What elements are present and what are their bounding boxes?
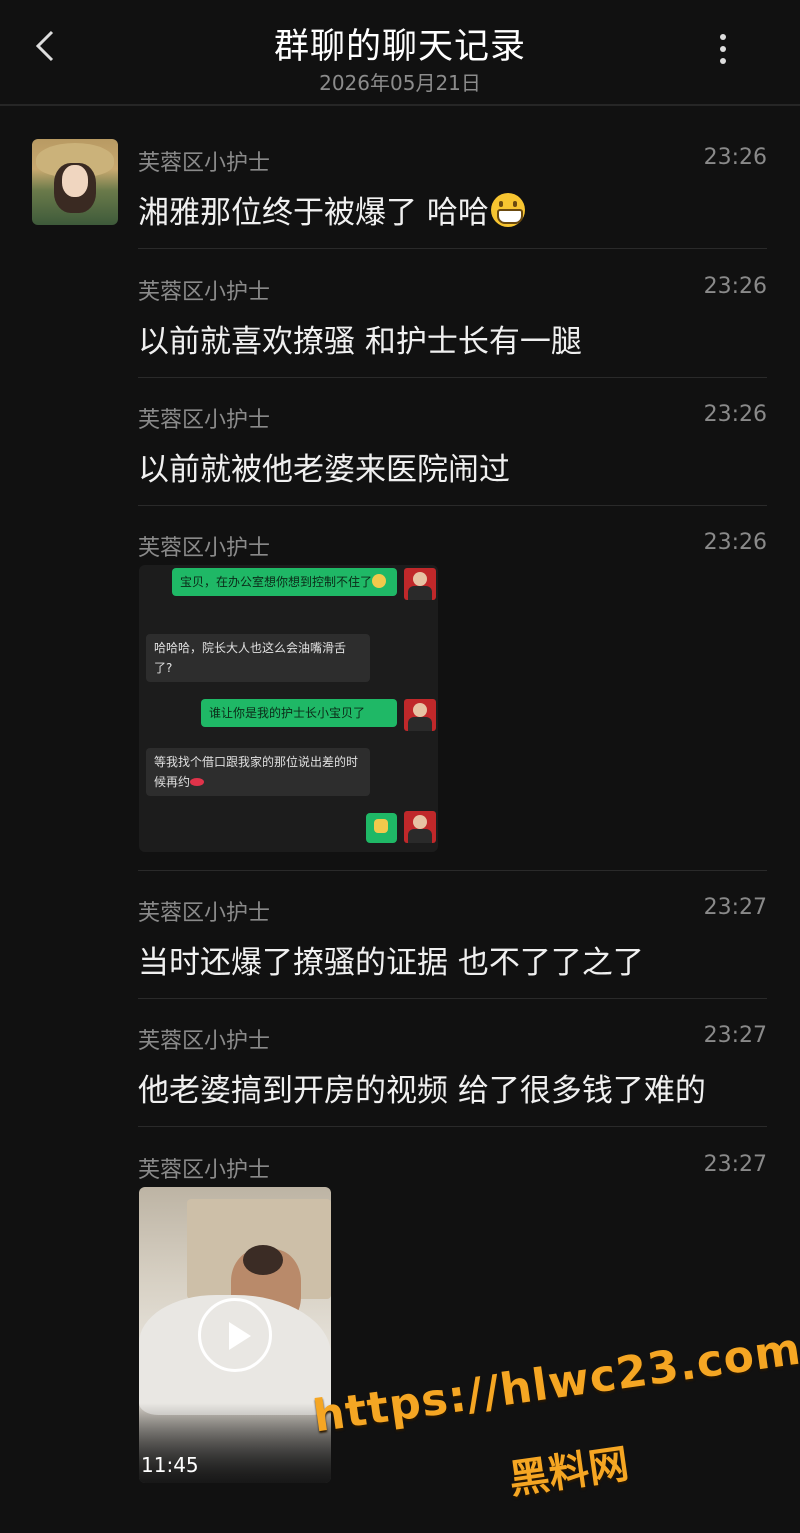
divider [138, 998, 767, 999]
divider [138, 377, 767, 378]
message-item: 芙蓉区小护士 23:26 以前就被他老婆来医院闹过 [138, 402, 767, 488]
message-text: 当时还爆了撩骚的证据 也不了了之了 [138, 945, 644, 981]
page-title: 群聊的聊天记录 [273, 27, 526, 67]
image-message[interactable]: 宝贝，在办公室想你想到控制不住了 哈哈哈，院长大人也这么会油嘴滑舌了? 谁让你是… [139, 565, 438, 852]
message-item: 芙蓉区小护士 23:27 当时还爆了撩骚的证据 也不了了之了 [138, 895, 767, 981]
message-text: 他老婆搞到开房的视频 给了很多钱了难的 [138, 1073, 706, 1109]
sender-name[interactable]: 芙蓉区小护士 [138, 1152, 270, 1184]
message-time: 23:26 [703, 402, 767, 427]
grinning-face-icon [490, 193, 525, 227]
message-item: 芙蓉区小护士 23:26 [138, 530, 767, 562]
message-text: 以前就喜欢撩骚 和护士长有一腿 [138, 324, 582, 360]
flushed-face-icon [372, 574, 387, 588]
sender-name[interactable]: 芙蓉区小护士 [138, 274, 270, 306]
screenshot-bubble: 谁让你是我的护士长小宝贝了 [201, 699, 397, 727]
divider [138, 870, 767, 871]
more-options-icon[interactable] [708, 30, 738, 70]
sender-name[interactable]: 芙蓉区小护士 [138, 145, 270, 177]
top-bar: 群聊的聊天记录 2026年05月21日 [0, 0, 800, 106]
screenshot-avatar [404, 568, 436, 600]
screenshot-bubble [366, 813, 397, 843]
play-icon[interactable] [198, 1298, 272, 1372]
screenshot-bubble: 等我找个借口跟我家的那位说出差的时候再约 [146, 748, 370, 796]
message-item: 芙蓉区小护士 23:26 以前就喜欢撩骚 和护士长有一腿 [138, 274, 767, 360]
sender-name[interactable]: 芙蓉区小护士 [138, 530, 270, 562]
video-duration: 11:45 [141, 1453, 199, 1477]
message-item: 芙蓉区小护士 23:27 他老婆搞到开房的视频 给了很多钱了难的 [138, 1023, 767, 1109]
divider [138, 505, 767, 506]
video-message[interactable] [139, 1187, 331, 1483]
screenshot-bubble: 宝贝，在办公室想你想到控制不住了 [172, 568, 397, 596]
message-time: 23:26 [703, 530, 767, 555]
message-text: 以前就被他老婆来医院闹过 [138, 452, 510, 488]
chat-date: 2026年05月21日 [319, 71, 481, 95]
message-time: 23:27 [703, 1023, 767, 1048]
message-time: 23:26 [703, 145, 767, 170]
message-time: 23:27 [703, 895, 767, 920]
screenshot-avatar [404, 699, 436, 731]
message-time: 23:27 [703, 1152, 767, 1177]
waving-hand-icon [374, 819, 388, 833]
sender-avatar[interactable] [32, 139, 118, 225]
watermark-url: https://hlwc23.com [310, 1323, 800, 1443]
divider [138, 1126, 767, 1127]
screenshot-bubble: 哈哈哈，院长大人也这么会油嘴滑舌了? [146, 634, 370, 682]
message-time: 23:26 [703, 274, 767, 299]
sender-name[interactable]: 芙蓉区小护士 [138, 895, 270, 927]
sender-name[interactable]: 芙蓉区小护士 [138, 402, 270, 434]
lips-icon [190, 778, 205, 786]
sender-name[interactable]: 芙蓉区小护士 [138, 1023, 270, 1055]
screenshot-avatar [404, 811, 436, 843]
divider [138, 248, 767, 249]
message-text: 湘雅那位终于被爆了 哈哈 [138, 187, 525, 232]
watermark-name: 黑料网 [506, 1441, 632, 1504]
message-item: 芙蓉区小护士 23:26 湘雅那位终于被爆了 哈哈 [138, 145, 767, 231]
message-item: 芙蓉区小护士 23:27 [138, 1152, 767, 1184]
